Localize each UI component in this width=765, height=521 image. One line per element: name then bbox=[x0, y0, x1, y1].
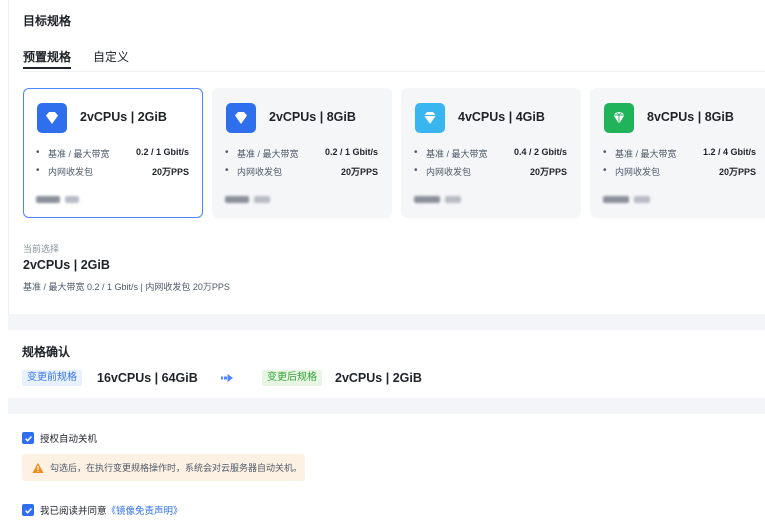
card-title: 8vCPUs | 8GiB bbox=[647, 110, 734, 124]
warning-icon bbox=[32, 462, 44, 473]
price-blurred bbox=[603, 195, 650, 203]
warning-alert: 勾选后，在执行变更规格操作时，系统会对云服务器自动关机。 bbox=[22, 454, 305, 481]
diamond-icon bbox=[415, 103, 445, 133]
current-selection-desc: 基准 / 最大带宽 0.2 / 1 Gbit/s | 内网收发包 20万PPS bbox=[23, 282, 230, 292]
spec-row: • 基准 / 最大带宽 1.2 / 4 Gbit/s bbox=[603, 147, 756, 159]
spec-card[interactable]: 2vCPUs | 2GiB • 基准 / 最大带宽 0.2 / 1 Gbit/s •… bbox=[23, 88, 203, 218]
section-title: 目标规格 bbox=[23, 14, 72, 28]
spec-tabs: 预置规格 自定义 bbox=[23, 48, 765, 72]
price-blurred bbox=[414, 195, 461, 203]
agreement-section: 授权自动关机 勾选后，在执行变更规格操作时，系统会对云服务器自动关机。 我已阅读… bbox=[8, 414, 765, 521]
before-spec-value: 16vCPUs | 64GiB bbox=[97, 371, 198, 385]
auto-shutdown-label: 授权自动关机 bbox=[40, 434, 98, 445]
spec-row: • 内网收发包 20万PPS bbox=[603, 165, 756, 177]
after-spec-value: 2vCPUs | 2GiB bbox=[335, 371, 422, 385]
spec-confirm-section: 规格确认 变更前规格 16vCPUs | 64GiB 变更后规格 2vCPUs … bbox=[8, 330, 765, 398]
auto-shutdown-row: 授权自动关机 bbox=[22, 431, 97, 445]
spec-row: • 内网收发包 20万PPS bbox=[36, 165, 189, 177]
diamond-icon bbox=[37, 103, 67, 133]
spec-row: • 内网收发包 20万PPS bbox=[225, 165, 378, 177]
warning-text: 勾选后，在执行变更规格操作时，系统会对云服务器自动关机。 bbox=[50, 463, 303, 473]
card-title: 4vCPUs | 4GiB bbox=[458, 110, 545, 124]
section-divider bbox=[8, 398, 765, 414]
tab-custom[interactable]: 自定义 bbox=[93, 48, 129, 65]
after-spec-tag: 变更后规格 bbox=[262, 370, 322, 386]
diamond-icon bbox=[226, 103, 256, 133]
agree-prefix: 我已阅读并同意 bbox=[40, 506, 107, 517]
current-selection-label: 当前选择 bbox=[23, 244, 60, 254]
auto-shutdown-checkbox[interactable] bbox=[22, 432, 34, 444]
agree-label: 我已阅读并同意《镜像免责声明》 bbox=[40, 503, 183, 517]
spec-row: • 基准 / 最大带宽 0.4 / 2 Gbit/s bbox=[414, 147, 567, 159]
card-title: 2vCPUs | 8GiB bbox=[269, 110, 356, 124]
spec-row: • 基准 / 最大带宽 0.2 / 1 Gbit/s bbox=[36, 147, 189, 159]
tab-preset[interactable]: 预置规格 bbox=[23, 48, 72, 69]
spec-card[interactable]: 4vCPUs | 4GiB • 基准 / 最大带宽 0.4 / 2 Gbit/s •… bbox=[401, 88, 581, 218]
arrow-right-icon bbox=[221, 374, 233, 382]
before-spec-tag: 变更前规格 bbox=[22, 370, 82, 386]
spec-card[interactable]: 8vCPUs | 8GiB • 基准 / 最大带宽 1.2 / 4 Gbit/s •… bbox=[590, 88, 765, 218]
price-blurred bbox=[36, 195, 79, 203]
section-divider bbox=[8, 314, 765, 330]
gem-icon bbox=[604, 103, 634, 133]
spec-card[interactable]: 2vCPUs | 8GiB • 基准 / 最大带宽 0.2 / 1 Gbit/s •… bbox=[212, 88, 392, 218]
current-selection-name: 2vCPUs | 2GiB bbox=[23, 258, 110, 272]
disclaimer-link[interactable]: 《镜像免责声明》 bbox=[107, 506, 183, 517]
agree-row: 我已阅读并同意《镜像免责声明》 bbox=[22, 503, 183, 517]
target-spec-section: 目标规格 预置规格 自定义 2vCPUs | 2GiB • 基准 / 最大带宽 0.… bbox=[8, 0, 765, 314]
card-title: 2vCPUs | 2GiB bbox=[80, 110, 167, 124]
spec-cards: 2vCPUs | 2GiB • 基准 / 最大带宽 0.2 / 1 Gbit/s •… bbox=[23, 88, 765, 218]
section-title: 规格确认 bbox=[22, 345, 71, 359]
price-blurred bbox=[225, 195, 270, 203]
agree-checkbox[interactable] bbox=[22, 504, 34, 516]
spec-row: • 基准 / 最大带宽 0.2 / 1 Gbit/s bbox=[225, 147, 378, 159]
spec-row: • 内网收发包 20万PPS bbox=[414, 165, 567, 177]
